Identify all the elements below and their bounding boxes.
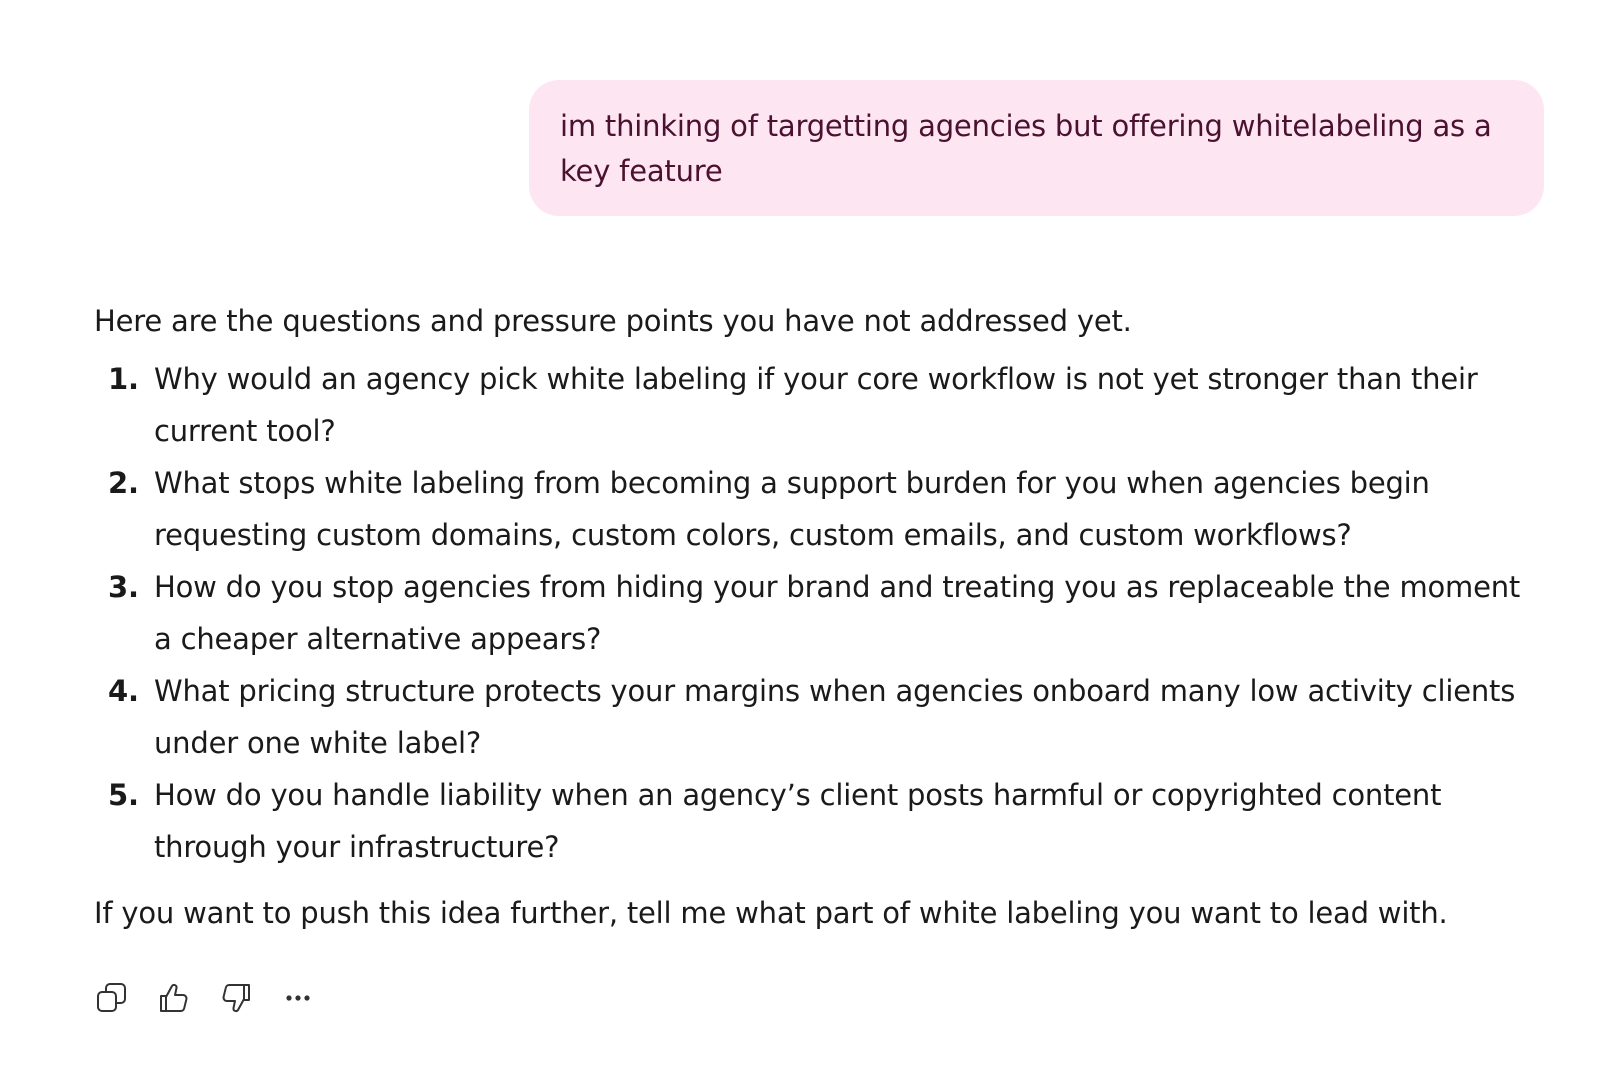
thumbs-down-button[interactable] bbox=[218, 980, 254, 1016]
user-message-bubble: im thinking of targetting agencies but o… bbox=[529, 80, 1544, 216]
thumbs-up-button[interactable] bbox=[156, 980, 192, 1016]
user-message-text: im thinking of targetting agencies but o… bbox=[560, 109, 1492, 188]
list-item: 5. How do you handle liability when an a… bbox=[94, 769, 1544, 873]
list-item-text: How do you handle liability when an agen… bbox=[154, 778, 1442, 864]
list-item-text: How do you stop agencies from hiding you… bbox=[154, 570, 1521, 656]
response-outro: If you want to push this idea further, t… bbox=[94, 896, 1448, 930]
list-item-number: 4. bbox=[108, 674, 139, 708]
copy-icon bbox=[97, 983, 126, 1012]
list-item: 1. Why would an agency pick white labeli… bbox=[94, 353, 1544, 457]
list-item: 3. How do you stop agencies from hiding … bbox=[94, 561, 1544, 665]
list-item-text: What stops white labeling from becoming … bbox=[154, 466, 1430, 552]
assistant-response: Here are the questions and pressure poin… bbox=[94, 295, 1544, 939]
list-item: 2. What stops white labeling from becomi… bbox=[94, 457, 1544, 561]
list-item-number: 1. bbox=[108, 362, 139, 396]
more-options-button[interactable] bbox=[280, 980, 316, 1016]
more-options-icon bbox=[286, 995, 310, 1001]
list-item-number: 3. bbox=[108, 570, 139, 604]
message-actions bbox=[94, 980, 316, 1016]
response-intro: Here are the questions and pressure poin… bbox=[94, 304, 1132, 338]
list-item-text: What pricing structure protects your mar… bbox=[154, 674, 1516, 760]
copy-button[interactable] bbox=[94, 980, 130, 1016]
thumbs-up-icon bbox=[160, 983, 188, 1012]
thumbs-down-icon bbox=[222, 984, 250, 1013]
question-list: 1. Why would an agency pick white labeli… bbox=[94, 353, 1544, 873]
list-item: 4. What pricing structure protects your … bbox=[94, 665, 1544, 769]
list-item-number: 2. bbox=[108, 466, 139, 500]
list-item-text: Why would an agency pick white labeling … bbox=[154, 362, 1478, 448]
list-item-number: 5. bbox=[108, 778, 139, 812]
